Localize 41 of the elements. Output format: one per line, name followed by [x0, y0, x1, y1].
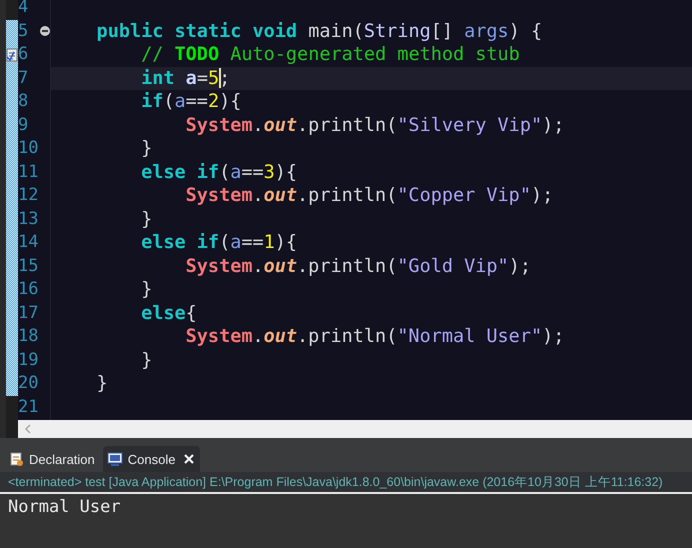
- line-number: 19: [18, 350, 38, 370]
- view-tab[interactable]: Declaration: [6, 446, 101, 472]
- code-line: else{: [140, 302, 198, 325]
- line-number: 20: [18, 373, 38, 393]
- code-line: System.out.println("Gold Vip");: [184, 254, 532, 278]
- line-number: 18: [18, 326, 38, 346]
- line-number: 21: [18, 396, 38, 416]
- line-number: 15: [18, 256, 38, 276]
- collapse-icon[interactable]: [40, 26, 50, 36]
- code-line: else if(a==3){: [140, 160, 298, 184]
- code-line: System.out.println("Silvery Vip");: [184, 114, 566, 137]
- line-number: 11: [18, 162, 38, 182]
- code-line: }: [140, 137, 154, 160]
- line-number: 5: [18, 20, 28, 40]
- console-header: <terminated> test [Java Application] E:\Program Files\Java\jdk1.8.0_60\bin\javaw.exe (2016年10月30日 上午11:16:32): [0, 472, 692, 494]
- line-number: 12: [18, 185, 38, 205]
- line-number: 17: [18, 302, 38, 322]
- code-line: // TODO Auto-generated method stub: [140, 43, 521, 66]
- line-number: 8: [18, 91, 28, 111]
- horizontal-scrollbar[interactable]: [18, 420, 692, 438]
- code-line: public static void main(String[] args) {: [96, 20, 544, 43]
- line-number: 6: [18, 44, 28, 64]
- console-output: Normal User: [8, 497, 121, 517]
- view-tab[interactable]: Console: [102, 446, 200, 472]
- line-number: 9: [18, 114, 28, 134]
- code-line: if(a==2){: [140, 90, 242, 114]
- code-line: }: [96, 372, 109, 396]
- code-line: System.out.println("Copper Vip");: [184, 184, 554, 208]
- document-icon: [10, 451, 24, 467]
- line-number: 7: [18, 68, 28, 88]
- line-number: 13: [18, 208, 38, 228]
- monitor-icon: [106, 452, 123, 466]
- code-line: System.out.println("Normal User");: [184, 325, 566, 348]
- code-line: else if(a==1){: [140, 231, 298, 254]
- close-icon[interactable]: [184, 454, 194, 464]
- line-number: 10: [18, 138, 38, 158]
- code-line: }: [140, 208, 154, 231]
- code-line: }: [140, 278, 154, 302]
- line-number: 14: [18, 232, 38, 252]
- line-number: 16: [18, 279, 38, 299]
- code-line: }: [140, 348, 154, 372]
